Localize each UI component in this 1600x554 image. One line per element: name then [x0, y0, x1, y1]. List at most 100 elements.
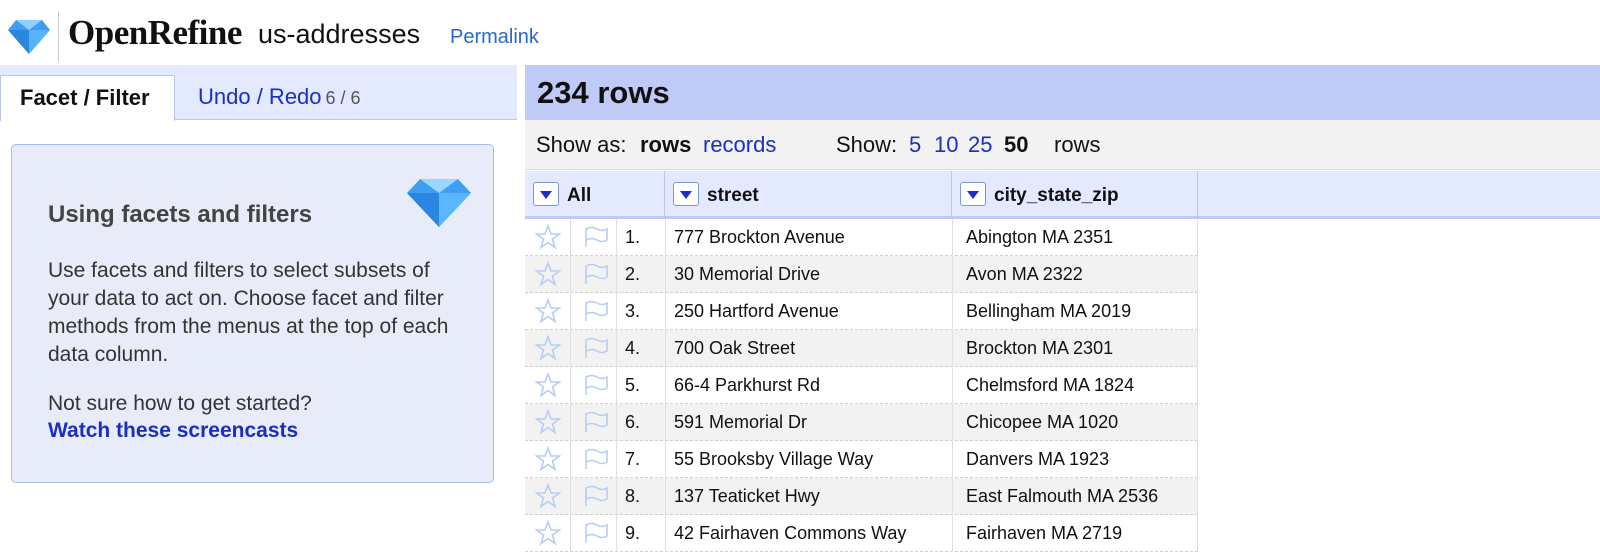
cell-divider: [1197, 293, 1198, 330]
star-icon[interactable]: [534, 260, 562, 292]
flag-icon[interactable]: [582, 521, 610, 550]
cell-divider: [952, 367, 953, 404]
flag-icon[interactable]: [582, 225, 610, 254]
cell-divider: [570, 293, 571, 330]
cell-divider: [665, 293, 666, 330]
project-name[interactable]: us-addresses: [258, 19, 420, 50]
cell-city-state-zip[interactable]: Abington MA 2351: [966, 227, 1113, 248]
cell-street[interactable]: 66-4 Parkhurst Rd: [674, 375, 820, 396]
cell-divider: [570, 367, 571, 404]
page-size-5[interactable]: 5: [909, 132, 921, 158]
show-as-rows-option[interactable]: rows: [640, 132, 691, 158]
flag-icon[interactable]: [582, 373, 610, 402]
column-header-label: street: [707, 185, 759, 206]
cell-divider: [616, 441, 617, 478]
star-icon[interactable]: [534, 334, 562, 366]
star-icon[interactable]: [534, 371, 562, 403]
cell-street[interactable]: 55 Brooksby Village Way: [674, 449, 873, 470]
cell-divider: [952, 256, 953, 293]
flag-icon[interactable]: [582, 262, 610, 291]
screencasts-link[interactable]: Watch these screencasts: [48, 419, 298, 443]
row-number: 4.: [625, 338, 641, 358]
cell-city-state-zip[interactable]: Danvers MA 1923: [966, 449, 1109, 470]
star-icon[interactable]: [534, 223, 562, 255]
permalink-link[interactable]: Permalink: [450, 26, 539, 49]
cell-city-state-zip[interactable]: Brockton MA 2301: [966, 338, 1113, 359]
cell-street[interactable]: 42 Fairhaven Commons Way: [674, 523, 906, 544]
cell-city-state-zip[interactable]: Bellingham MA 2019: [966, 301, 1131, 322]
show-as-records-option[interactable]: records: [703, 132, 776, 158]
star-icon[interactable]: [534, 297, 562, 329]
show-label: Show:: [836, 132, 898, 157]
view-options-bar: Show as: rows records Show: 5 10 25 50 r…: [525, 120, 1600, 170]
row-number: 8.: [625, 486, 641, 506]
cell-street[interactable]: 250 Hartford Avenue: [674, 301, 839, 322]
row-number: 6.: [625, 412, 641, 432]
show-rows-suffix: rows: [1054, 132, 1101, 157]
left-panel-tabs: Facet / Filter Undo / Redo 6 / 6: [0, 65, 517, 121]
cell-divider: [616, 404, 617, 441]
cell-divider: [665, 478, 666, 515]
flag-icon[interactable]: [582, 336, 610, 365]
row-number: 2.: [625, 264, 641, 284]
diamond-icon: [407, 179, 471, 227]
cell-city-state-zip[interactable]: Avon MA 2322: [966, 264, 1083, 285]
cell-city-state-zip[interactable]: Chicopee MA 1020: [966, 412, 1118, 433]
column-header-all: All: [525, 171, 665, 219]
page-size-25[interactable]: 25: [968, 132, 992, 158]
star-icon[interactable]: [534, 519, 562, 551]
cell-divider: [952, 478, 953, 515]
cell-divider: [616, 367, 617, 404]
cell-divider: [1197, 367, 1198, 404]
cell-divider: [665, 515, 666, 552]
tab-facet-filter-label: Facet / Filter: [20, 85, 150, 110]
cell-divider: [952, 293, 953, 330]
dropdown-arrow-icon[interactable]: [673, 182, 699, 206]
cell-divider: [1197, 478, 1198, 515]
table-row: 5. 66-4 Parkhurst Rd Chelmsford MA 1824: [525, 367, 1198, 404]
table-header: All street city_state_zip: [525, 171, 1600, 219]
cell-city-state-zip[interactable]: Chelmsford MA 1824: [966, 375, 1134, 396]
cell-street[interactable]: 700 Oak Street: [674, 338, 795, 359]
cell-street[interactable]: 137 Teaticket Hwy: [674, 486, 820, 507]
star-icon[interactable]: [534, 482, 562, 514]
cell-divider: [952, 441, 953, 478]
cell-street[interactable]: 30 Memorial Drive: [674, 264, 820, 285]
tab-facet-filter[interactable]: Facet / Filter: [0, 75, 175, 121]
tab-undo-redo[interactable]: Undo / Redo 6 / 6: [198, 84, 361, 110]
flag-icon[interactable]: [582, 410, 610, 439]
cell-divider: [570, 404, 571, 441]
cell-divider: [952, 515, 953, 552]
help-question: Not sure how to get started?: [48, 392, 312, 415]
cell-divider: [665, 219, 666, 256]
app-logo-text[interactable]: OpenRefine: [68, 13, 242, 53]
flag-icon[interactable]: [582, 299, 610, 328]
cell-divider: [616, 293, 617, 330]
flag-icon[interactable]: [582, 447, 610, 476]
data-view-panel: 234 rows Show as: rows records Show: 5 1…: [517, 65, 1600, 554]
star-icon[interactable]: [534, 408, 562, 440]
row-number: 3.: [625, 301, 641, 321]
row-count: 234 rows: [537, 75, 670, 110]
cell-city-state-zip[interactable]: Fairhaven MA 2719: [966, 523, 1122, 544]
cell-divider: [952, 330, 953, 367]
cell-divider: [570, 330, 571, 367]
cell-street[interactable]: 591 Memorial Dr: [674, 412, 807, 433]
cell-divider: [570, 478, 571, 515]
page-size-10[interactable]: 10: [934, 132, 958, 158]
table-row: 2. 30 Memorial Drive Avon MA 2322: [525, 256, 1198, 293]
flag-icon[interactable]: [582, 484, 610, 513]
diamond-logo-icon[interactable]: [8, 20, 50, 54]
table-row: 6. 591 Memorial Dr Chicopee MA 1020: [525, 404, 1198, 441]
cell-city-state-zip[interactable]: East Falmouth MA 2536: [966, 486, 1158, 507]
row-number: 7.: [625, 449, 641, 469]
cell-divider: [1197, 404, 1198, 441]
tab-undo-redo-label: Undo / Redo: [198, 84, 322, 109]
cell-street[interactable]: 777 Brockton Avenue: [674, 227, 845, 248]
page-size-50[interactable]: 50: [1004, 132, 1028, 158]
star-icon[interactable]: [534, 445, 562, 477]
dropdown-arrow-icon[interactable]: [533, 182, 559, 206]
cell-divider: [952, 219, 953, 256]
dropdown-arrow-icon[interactable]: [960, 182, 986, 206]
column-header-city-state-zip: city_state_zip: [952, 171, 1198, 219]
